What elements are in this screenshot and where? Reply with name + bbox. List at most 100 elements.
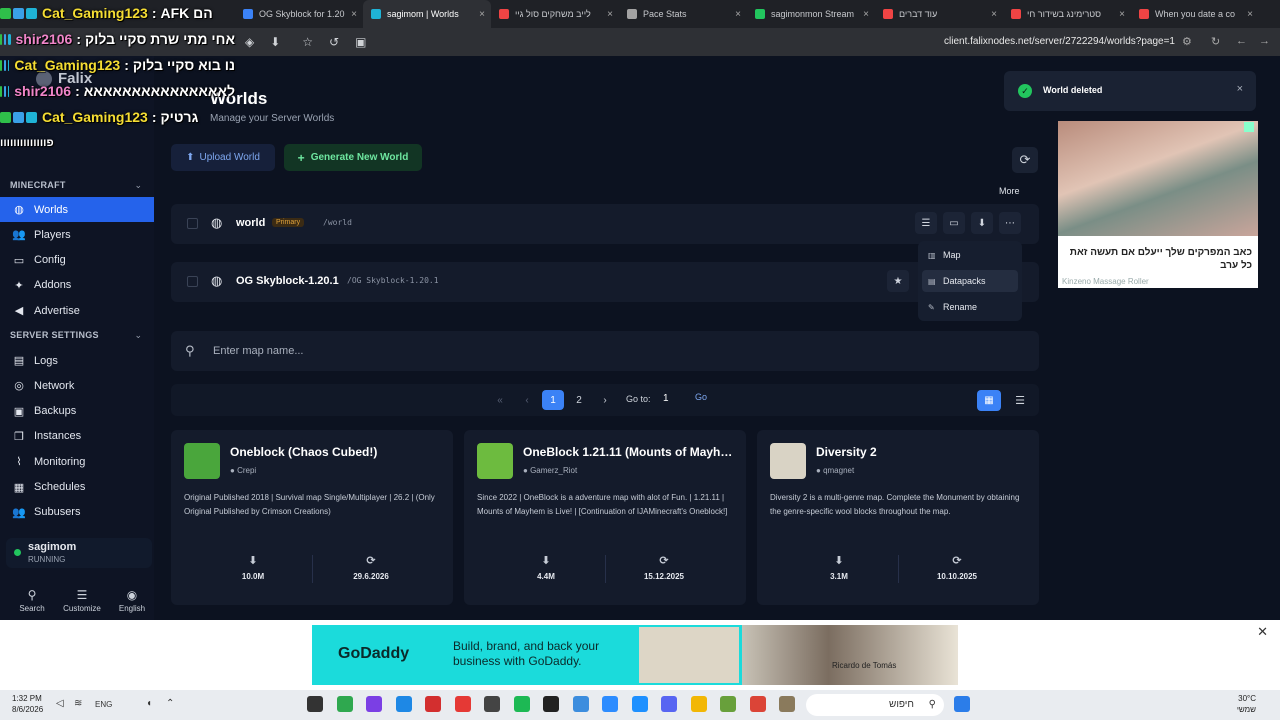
- menu-item-map[interactable]: ▥ Map: [922, 244, 1018, 266]
- taskbar-app-icon[interactable]: [395, 696, 412, 712]
- page-2-button[interactable]: 2: [568, 390, 590, 410]
- close-icon[interactable]: ×: [991, 9, 997, 20]
- wifi-icon[interactable]: ≋: [74, 698, 82, 709]
- world-checkbox[interactable]: [187, 218, 198, 229]
- footer-english-button[interactable]: ◉ English: [107, 588, 157, 613]
- sidebar-item-logs[interactable]: ▤ Logs: [0, 348, 154, 373]
- language-indicator[interactable]: ENG: [95, 700, 112, 709]
- server-status[interactable]: sagimom RUNNING: [6, 538, 152, 568]
- clock[interactable]: 1:32 PM 8/6/2026: [12, 693, 43, 715]
- back-icon[interactable]: ←: [1236, 35, 1247, 47]
- browser-tab[interactable]: Pace Stats ×: [619, 0, 747, 28]
- taskbar-app-icon[interactable]: [366, 696, 382, 712]
- browser-tab[interactable]: sagimonmon Stream ×: [747, 0, 875, 28]
- close-icon[interactable]: ×: [1119, 9, 1125, 20]
- taskbar-app-icon[interactable]: [661, 696, 677, 712]
- windows-start-icon[interactable]: [954, 696, 970, 712]
- first-page-icon[interactable]: «: [489, 390, 511, 410]
- close-icon[interactable]: ×: [1247, 9, 1253, 20]
- taskbar-app-icon[interactable]: [484, 696, 500, 712]
- map-card[interactable]: Oneblock (Chaos Cubed!) ● Crepi Original P…: [171, 430, 453, 605]
- chevron-down-icon[interactable]: ⌄: [134, 330, 142, 341]
- taskbar-app-icon[interactable]: [720, 696, 736, 712]
- close-icon[interactable]: ×: [1237, 83, 1243, 95]
- menu-item-rename[interactable]: ✎ Rename: [922, 296, 1018, 318]
- map-search-input[interactable]: [213, 341, 813, 361]
- ad-choices-icon[interactable]: [1244, 122, 1254, 132]
- browser-tab[interactable]: sagimom | Worlds ×: [363, 0, 491, 28]
- list-view-button[interactable]: ☰: [1008, 390, 1032, 411]
- taskbar-app-icon[interactable]: [602, 696, 618, 712]
- sidebar-item-backups[interactable]: ▣ Backups: [0, 399, 154, 424]
- url-field[interactable]: client.falixnodes.net/server/2722294/wor…: [944, 36, 1175, 47]
- taskbar-app-icon[interactable]: [425, 696, 441, 712]
- sliders-button[interactable]: ☰: [915, 212, 937, 234]
- sidebar-item-worlds[interactable]: ◍ Worlds: [0, 197, 154, 222]
- mic-icon[interactable]: ◖: [146, 698, 152, 709]
- page-1-button[interactable]: 1: [542, 390, 564, 410]
- extension-icon[interactable]: ◈: [245, 35, 254, 49]
- world-checkbox[interactable]: [187, 276, 198, 287]
- screenshot-icon[interactable]: ▣: [355, 35, 366, 49]
- browser-tab[interactable]: OG Skyblock for 1.20 ×: [235, 0, 363, 28]
- prev-page-icon[interactable]: ‹: [516, 390, 538, 410]
- goto-input[interactable]: 1: [663, 393, 679, 404]
- footer-search-button[interactable]: ⚲ Search: [7, 588, 57, 613]
- taskbar-app-icon[interactable]: [307, 696, 323, 712]
- taskbar-app-icon[interactable]: [631, 696, 648, 712]
- sidebar-item-players[interactable]: 👥 Players: [0, 222, 154, 247]
- godaddy-banner[interactable]: GoDaddy Build, brand, and back your busi…: [312, 625, 958, 685]
- next-page-icon[interactable]: ›: [594, 390, 616, 410]
- site-settings-icon[interactable]: ⚙: [1182, 35, 1192, 48]
- taskbar-app-icon[interactable]: [543, 696, 559, 712]
- download-button[interactable]: ⬇: [971, 212, 993, 234]
- grid-view-button[interactable]: ▦: [977, 390, 1001, 411]
- world-row[interactable]: ◍ OG Skyblock-1.20.1/OG Skyblock-1.20.1 ★: [171, 262, 1039, 302]
- footer-customize-button[interactable]: ☰ Customize: [57, 588, 107, 613]
- close-icon[interactable]: ×: [479, 9, 485, 20]
- browser-tab[interactable]: When you date a co ×: [1131, 0, 1259, 28]
- forward-icon[interactable]: →: [1259, 35, 1270, 47]
- close-icon[interactable]: ×: [351, 9, 357, 20]
- history-icon[interactable]: ↺: [329, 35, 339, 49]
- browser-tab[interactable]: סטרימינג בשידור חי ×: [1003, 0, 1131, 28]
- taskbar-search[interactable]: חיפוש ⚲: [806, 694, 944, 716]
- side-ad[interactable]: כאב המפרקים שלך ייעלם אם תעשה זאת כל ערב…: [1058, 121, 1258, 288]
- volume-icon[interactable]: ◁: [56, 698, 64, 709]
- sidebar-item-instances[interactable]: ❐ Instances: [0, 424, 154, 449]
- star-button[interactable]: ★: [887, 270, 909, 292]
- map-card[interactable]: OneBlock 1.21.11 (Mounts of Mayhem) ● Gam…: [464, 430, 746, 605]
- taskbar-app-icon[interactable]: [572, 696, 589, 712]
- taskbar-app-icon[interactable]: [336, 696, 353, 712]
- go-button[interactable]: Go: [695, 392, 707, 402]
- chevron-up-icon[interactable]: ⌃: [166, 698, 174, 709]
- star-icon[interactable]: ☆: [302, 35, 313, 49]
- menu-item-datapacks[interactable]: ▤ Datapacks: [922, 270, 1018, 292]
- taskbar-app-icon[interactable]: [779, 696, 795, 712]
- taskbar-app-icon[interactable]: [749, 696, 766, 712]
- taskbar-app-icon[interactable]: [690, 696, 707, 712]
- close-icon[interactable]: ×: [607, 9, 613, 20]
- browser-tab[interactable]: עוד דברים ×: [875, 0, 1003, 28]
- close-icon[interactable]: ✕: [1257, 624, 1268, 640]
- folder-button[interactable]: ▭: [943, 212, 965, 234]
- sidebar-item-advertise[interactable]: ◀ Advertise: [0, 298, 154, 323]
- reload-icon[interactable]: ↻: [1211, 35, 1220, 48]
- sidebar-item-addons[interactable]: ✦ Addons: [0, 273, 154, 298]
- world-row[interactable]: ◍ world Primary/world ☰ ▭ ⬇ ⋯: [171, 204, 1039, 244]
- download-icon[interactable]: ⬇: [270, 35, 280, 49]
- sidebar-item-subusers[interactable]: 👥 Subusers: [0, 500, 154, 525]
- more-button[interactable]: ⋯: [999, 212, 1021, 234]
- generate-world-button[interactable]: + Generate New World: [284, 144, 422, 171]
- sidebar-item-monitoring[interactable]: ⌇ Monitoring: [0, 449, 154, 474]
- chevron-down-icon[interactable]: ⌄: [134, 180, 142, 191]
- taskbar-app-icon[interactable]: [513, 696, 530, 712]
- close-icon[interactable]: ×: [863, 9, 869, 20]
- taskbar-app-icon[interactable]: [454, 696, 471, 712]
- weather[interactable]: 30°C שמשי: [1237, 693, 1256, 715]
- sidebar-item-config[interactable]: ▭ Config: [0, 248, 154, 273]
- browser-tab[interactable]: לייב משחקים סול גיי ×: [491, 0, 619, 28]
- refresh-button[interactable]: ⟳: [1012, 147, 1038, 173]
- close-icon[interactable]: ×: [735, 9, 741, 20]
- sidebar-item-schedules[interactable]: ▦ Schedules: [0, 475, 154, 500]
